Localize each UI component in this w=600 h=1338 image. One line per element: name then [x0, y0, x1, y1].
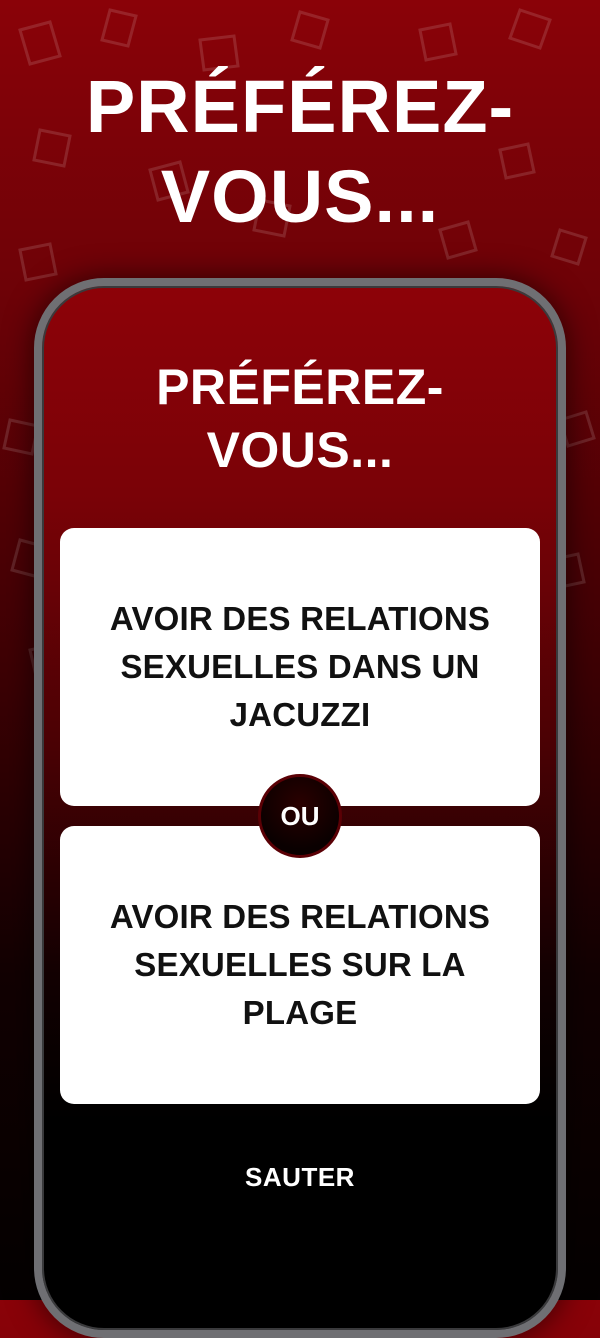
promo-title-line2: VOUS... [160, 155, 440, 238]
promo-title-line1: PRÉFÉREZ- [85, 65, 515, 148]
or-separator-badge: OU [258, 774, 342, 858]
option-b-card[interactable]: AVOIR DES RELATIONS SEXUELLES SUR LA PLA… [60, 826, 540, 1104]
option-a-text: AVOIR DES RELATIONS SEXUELLES DANS UN JA… [109, 600, 491, 733]
option-a-card[interactable]: AVOIR DES RELATIONS SEXUELLES DANS UN JA… [60, 528, 540, 806]
screen-title: PRÉFÉREZ- VOUS... [42, 356, 558, 482]
screen-title-line2: VOUS... [206, 422, 394, 478]
option-b-text: AVOIR DES RELATIONS SEXUELLES SUR LA PLA… [109, 898, 491, 1031]
phone-frame: PRÉFÉREZ- VOUS... AVOIR DES RELATIONS SE… [34, 278, 566, 1338]
skip-button[interactable]: SAUTER [42, 1156, 558, 1199]
screen-title-line1: PRÉFÉREZ- [156, 359, 444, 415]
promo-title: PRÉFÉREZ- VOUS... [0, 62, 600, 242]
